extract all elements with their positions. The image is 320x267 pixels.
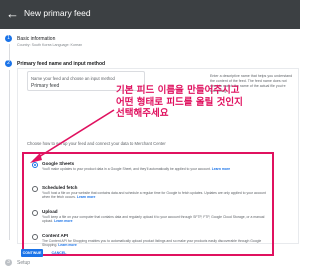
radio-icon[interactable] [32,186,38,192]
annotation-text: 기본 피드 이름을 만들어주시고 어떤 형태로 피드를 올릴 것인지 선택해주세… [116,85,276,120]
stepper-line [8,44,10,60]
step-1-subtitle: Country: South Korea Language: Korean [17,43,83,47]
learn-more-link[interactable]: Learn more [58,243,76,247]
annotation-line-3: 선택해주세요 [116,108,169,119]
page-title: New primary feed [24,8,91,18]
feed-name-value: Primary feed [31,83,60,89]
option-title: Scheduled fetch [42,185,78,190]
top-app-bar: ← New primary feed [0,0,300,29]
stepper-line [8,70,10,240]
option-title: Content API [42,233,69,238]
step-2-indicator: 2 [5,60,12,67]
radio-icon[interactable] [32,234,38,240]
learn-more-link[interactable]: Learn more [54,219,72,223]
option-description: You'll keep a file on your computer that… [42,215,265,224]
annotation-line-2: 어떤 형태로 피드를 올릴 것인지 [116,96,243,108]
radio-selected-icon[interactable] [32,162,38,168]
input-method-highlight: Google Sheets You'll make updates to you… [22,152,274,256]
input-method-prompt: Choose how to set up your feed and conne… [27,141,166,146]
step-1-indicator: 1 [5,35,12,42]
step-3-indicator: 3 [5,259,12,266]
learn-more-link[interactable]: Learn more [212,167,230,171]
feed-name-label: Name your feed and choose an input metho… [31,76,115,81]
annotation-line-1: 기본 피드 이름을 만들어주시고 [116,85,240,96]
option-description: The Content API for Shopping enables you… [42,239,262,248]
option-description: You'll make updates to your product data… [42,167,231,171]
continue-button[interactable]: CONTINUE [21,249,43,257]
learn-more-link[interactable]: Learn more [77,195,95,199]
option-description: You'll host a file on your website that … [42,191,266,200]
option-upload[interactable]: Upload You'll keep a file on your comput… [32,208,270,228]
option-title: Upload [42,209,58,214]
radio-icon[interactable] [32,210,38,216]
option-scheduled-fetch[interactable]: Scheduled fetch You'll host a file on yo… [32,184,270,204]
step-2-title: Primary feed name and input method [17,61,106,67]
back-arrow-icon[interactable]: ← [6,7,20,21]
cancel-button[interactable]: CANCEL [48,249,70,257]
step-1-title: Basic information [17,36,56,42]
step-3-title: Setup [17,260,31,266]
option-google-sheets[interactable]: Google Sheets You'll make updates to you… [32,160,270,180]
option-title: Google Sheets [42,161,75,166]
